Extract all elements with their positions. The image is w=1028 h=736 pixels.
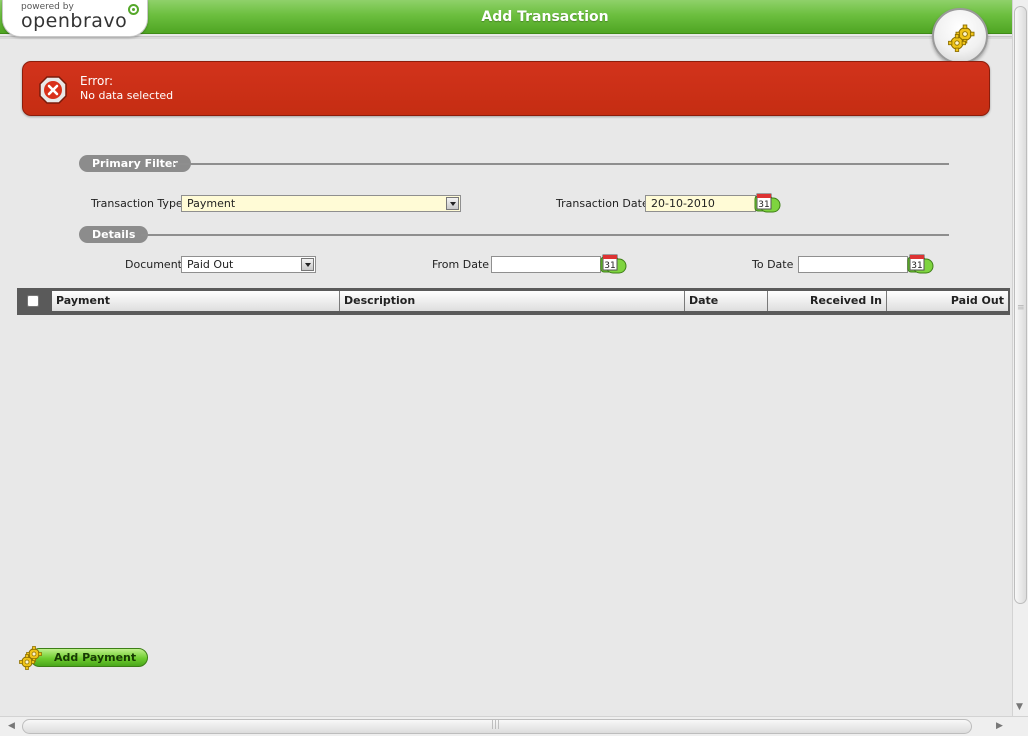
section-details: Details xyxy=(79,226,949,244)
from-date-label: From Date xyxy=(432,258,490,271)
document-value: Paid Out xyxy=(187,258,234,271)
header-divider xyxy=(0,36,1012,39)
process-button[interactable] xyxy=(932,8,988,64)
transaction-type-label: Transaction Type xyxy=(91,197,183,210)
section-divider xyxy=(141,234,949,236)
document-label: Document xyxy=(125,258,182,271)
document-select[interactable]: Paid Out xyxy=(181,256,316,273)
transactions-grid: Payment Description Date Received In Pai… xyxy=(17,288,1010,315)
grid-header-row: Payment Description Date Received In Pai… xyxy=(19,291,1008,311)
select-all-checkbox[interactable] xyxy=(27,295,39,307)
scroll-left-arrow-icon[interactable]: ◀ xyxy=(8,721,15,731)
to-date-input[interactable] xyxy=(798,256,908,273)
error-text: No data selected xyxy=(80,89,174,102)
from-date-input[interactable] xyxy=(491,256,601,273)
horizontal-scrollbar[interactable]: ◀ ▶ xyxy=(0,716,1028,736)
select-all-cell xyxy=(19,291,52,311)
vertical-scroll-thumb[interactable] xyxy=(1014,6,1027,604)
app-header: powered by openbravo Add Transaction xyxy=(0,0,1012,40)
column-header-paid-out[interactable]: Paid Out xyxy=(887,291,1008,311)
chevron-down-icon[interactable] xyxy=(446,197,459,210)
transaction-date-label: Transaction Date xyxy=(556,197,649,210)
add-payment-button[interactable]: Add Payment xyxy=(18,645,150,670)
transaction-type-select[interactable]: Payment xyxy=(181,195,461,212)
column-header-received-in[interactable]: Received In xyxy=(768,291,887,311)
calendar-icon[interactable] xyxy=(754,193,782,213)
page-title: Add Transaction xyxy=(481,9,609,25)
error-x-icon xyxy=(39,76,67,104)
add-payment-label: Add Payment xyxy=(54,651,137,664)
column-header-payment[interactable]: Payment xyxy=(52,291,340,311)
transaction-type-value: Payment xyxy=(187,197,236,210)
vertical-scrollbar[interactable]: ▼ xyxy=(1012,0,1028,716)
calendar-icon[interactable] xyxy=(600,254,628,274)
error-message-box: Error: No data selected xyxy=(22,61,990,116)
section-title-details: Details xyxy=(79,226,149,243)
section-primary-filter: Primary Filter xyxy=(79,155,949,173)
chevron-down-icon[interactable] xyxy=(301,258,314,271)
transaction-date-value: 20-10-2010 xyxy=(651,197,715,210)
column-header-description[interactable]: Description xyxy=(340,291,685,311)
transaction-date-input[interactable]: 20-10-2010 xyxy=(645,195,756,212)
horizontal-scroll-thumb[interactable] xyxy=(22,719,972,734)
section-divider xyxy=(174,163,949,165)
gears-icon xyxy=(19,646,42,670)
gears-icon xyxy=(947,24,975,53)
column-header-date[interactable]: Date xyxy=(685,291,768,311)
scroll-right-arrow-icon[interactable]: ▶ xyxy=(996,721,1003,731)
error-title: Error: xyxy=(80,74,114,88)
calendar-icon[interactable] xyxy=(907,254,935,274)
scroll-down-arrow-icon[interactable]: ▼ xyxy=(1016,702,1023,712)
to-date-label: To Date xyxy=(752,258,794,271)
